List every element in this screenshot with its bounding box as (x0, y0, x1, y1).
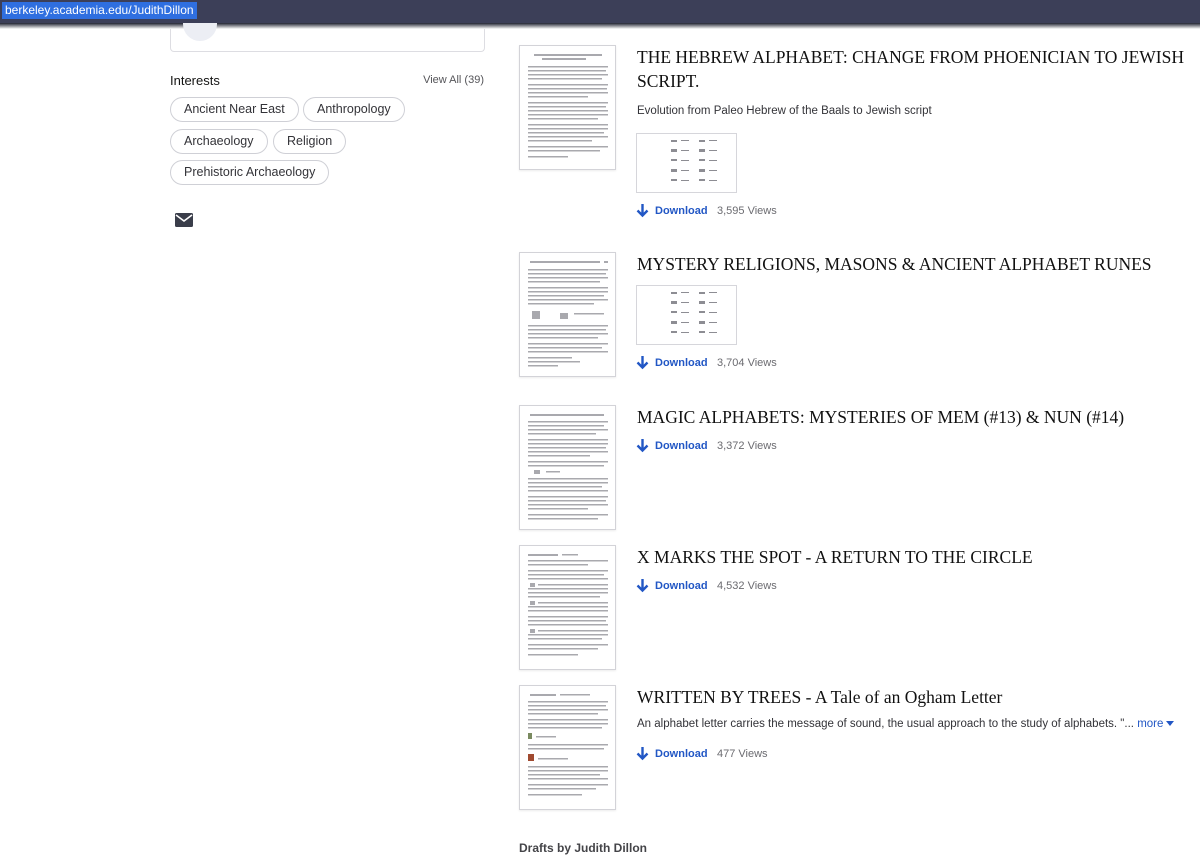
avatar[interactable] (183, 23, 217, 41)
work-item: X MARKS THE SPOT - A RETURN TO THE CIRCL… (519, 545, 1200, 670)
download-link[interactable]: Download (655, 357, 708, 369)
figure-preview[interactable] (636, 133, 737, 193)
work-title[interactable]: MYSTERY RELIGIONS, MASONS & ANCIENT ALPH… (637, 252, 1200, 276)
interests-header: Interests View All (39) (170, 73, 485, 91)
view-count: 3,704 Views (717, 357, 777, 369)
view-count: 3,595 Views (717, 205, 777, 217)
drafts-heading: Drafts by Judith Dillon (519, 841, 648, 855)
view-count: 477 Views (717, 748, 768, 760)
paper-thumbnail-text (528, 694, 608, 796)
figure-preview-glyphs (671, 292, 717, 333)
paper-thumbnail[interactable] (519, 252, 616, 377)
work-title[interactable]: WRITTEN BY TREES - A Tale of an Ogham Le… (637, 685, 1200, 709)
paper-thumbnail-text (528, 54, 608, 158)
paper-thumbnail-text (528, 554, 608, 656)
mail-icon[interactable] (175, 213, 193, 227)
work-item: THE HEBREW ALPHABET: CHANGE FROM PHOENIC… (519, 45, 1200, 225)
interest-tag-prehistoric-archaeology[interactable]: Prehistoric Archaeology (170, 160, 330, 185)
work-description: Evolution from Paleo Hebrew of the Baals… (637, 105, 932, 117)
work-description-text: An alphabet letter carries the message o… (637, 718, 1134, 730)
work-description: An alphabet letter carries the message o… (637, 718, 1175, 730)
paper-thumbnail[interactable] (519, 685, 616, 810)
download-arrow-icon[interactable] (636, 439, 649, 453)
download-arrow-icon[interactable] (636, 747, 649, 761)
view-count: 3,372 Views (717, 440, 777, 452)
work-title[interactable]: THE HEBREW ALPHABET: CHANGE FROM PHOENIC… (637, 45, 1200, 93)
work-title[interactable]: MAGIC ALPHABETS: MYSTERIES OF MEM (#13) … (637, 405, 1200, 429)
paper-thumbnail[interactable] (519, 405, 616, 530)
paper-thumbnail[interactable] (519, 545, 616, 670)
caret-down-icon[interactable] (1166, 721, 1175, 726)
work-title[interactable]: X MARKS THE SPOT - A RETURN TO THE CIRCL… (637, 545, 1200, 569)
paper-thumbnail[interactable] (519, 45, 616, 170)
download-link[interactable]: Download (655, 440, 708, 452)
paper-thumbnail-text (528, 414, 608, 520)
figure-preview[interactable] (636, 285, 737, 345)
interests-title: Interests (170, 73, 220, 88)
interest-tag-archaeology[interactable]: Archaeology (170, 129, 268, 154)
download-arrow-icon[interactable] (636, 579, 649, 593)
interest-tag-religion[interactable]: Religion (273, 129, 347, 154)
view-count: 4,532 Views (717, 580, 777, 592)
interest-tag-anthropology[interactable]: Anthropology (303, 97, 405, 122)
download-link[interactable]: Download (655, 748, 708, 760)
browser-url-bar[interactable]: berkeley.academia.edu/JudithDillon (0, 0, 1200, 23)
more-link[interactable]: more (1137, 718, 1163, 730)
paper-thumbnail-text (528, 261, 608, 367)
view-all-interests-link[interactable]: View All (39) (423, 74, 484, 86)
work-item: MYSTERY RELIGIONS, MASONS & ANCIENT ALPH… (519, 252, 1200, 377)
work-item: WRITTEN BY TREES - A Tale of an Ogham Le… (519, 685, 1200, 810)
interest-tag-ancient-near-east[interactable]: Ancient Near East (170, 97, 299, 122)
work-item: MAGIC ALPHABETS: MYSTERIES OF MEM (#13) … (519, 405, 1200, 530)
download-link[interactable]: Download (655, 205, 708, 217)
profile-card (170, 23, 485, 52)
download-link[interactable]: Download (655, 580, 708, 592)
download-arrow-icon[interactable] (636, 356, 649, 370)
figure-preview-glyphs (671, 140, 717, 181)
download-arrow-icon[interactable] (636, 204, 649, 218)
url-text[interactable]: berkeley.academia.edu/JudithDillon (2, 2, 197, 19)
